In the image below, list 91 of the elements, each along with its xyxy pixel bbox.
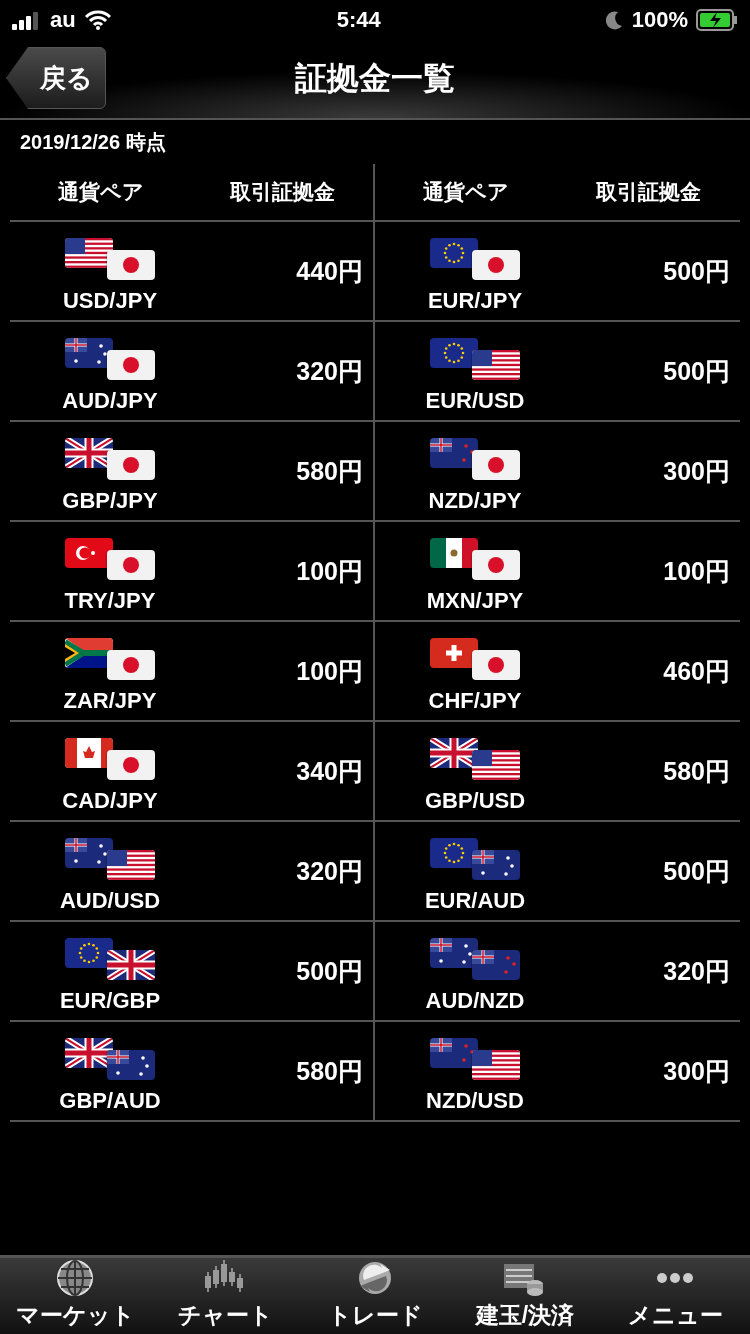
margin-amount: 320円 [295,855,364,887]
currency-pair: AUD/JPY [62,388,158,414]
flag-icon [107,550,155,580]
as-of-date: 2019/12/26 時点 [20,129,166,155]
tab-bar-item[interactable]: マーケット [0,1258,150,1334]
currency-pair: CAD/JPY [62,788,158,814]
flag-icon [472,950,520,980]
flag-icon [65,238,113,268]
flag-icon [472,650,520,680]
column-header: 通貨ペア [56,179,145,205]
margin-amount: 580円 [295,455,364,487]
margin-amount: 340円 [295,755,364,787]
column-header: 通貨ペア [422,179,511,205]
flag-icon [107,1050,155,1080]
tab-bar-item[interactable]: メニュー [600,1258,750,1334]
currency-pair: GBP/JPY [62,488,158,514]
currency-pair: GBP/USD [424,788,526,814]
flag-icon [472,350,520,380]
margin-amount: 500円 [295,955,364,987]
margin-amount: 500円 [662,355,731,387]
currency-pair: TRY/JPY [64,588,156,614]
flag-icon [430,738,478,768]
flag-icon [472,550,520,580]
back-button[interactable]: 戻る [6,47,106,109]
flag-icon [430,938,478,968]
flag-icon [65,738,113,768]
currency-pair: EUR/USD [425,388,525,414]
flag-icon [430,238,478,268]
margin-amount: 580円 [295,1055,364,1087]
flag-icon [430,538,478,568]
currency-pair: GBP/AUD [59,1088,161,1114]
column-header: 取引証拠金 [228,179,336,205]
tab-bar-item[interactable]: トレード [300,1258,450,1334]
flag-icon [472,850,520,880]
flag-icon [65,1038,113,1068]
moon-icon [605,10,624,30]
margin-amount: 100円 [295,555,364,587]
flag-icon [472,450,520,480]
currency-pair: MXN/JPY [426,588,524,614]
more-icon [657,1273,693,1283]
flag-icon [430,338,478,368]
battery-percent: 100% [631,7,688,33]
flag-icon [65,538,113,568]
margin-amount: 320円 [662,955,731,987]
margin-amount: 500円 [662,255,731,287]
carrier-name: au [50,7,76,33]
flag-icon [65,338,113,368]
margin-amount: 580円 [662,755,731,787]
margin-amount: 100円 [662,555,731,587]
flag-icon [65,638,113,668]
margin-amount: 460円 [662,655,731,687]
flag-icon [430,1038,478,1068]
flag-icon [430,638,478,668]
margin-amount: 300円 [662,455,731,487]
flag-icon [65,438,113,468]
tab-bar-item[interactable]: チャート [150,1258,300,1334]
currency-pair: EUR/GBP [59,988,161,1014]
clock-time: 5:44 [336,7,381,33]
flag-icon [430,438,478,468]
currency-pair: ZAR/JPY [63,688,157,714]
currency-pair: AUD/USD [59,888,161,914]
currency-pair: CHF/JPY [428,688,522,714]
flag-icon [472,750,520,780]
flag-icon [65,838,113,868]
tab-bar-item[interactable]: 建玉/決済 [450,1258,600,1334]
flag-icon [107,250,155,280]
margin-amount: 300円 [662,1055,731,1087]
currency-pair: AUD/NZD [425,988,525,1014]
flag-icon [472,250,520,280]
flag-icon [107,950,155,980]
flag-icon [107,350,155,380]
margin-amount: 440円 [295,255,364,287]
flag-icon [107,850,155,880]
currency-pair: EUR/AUD [424,888,526,914]
margin-amount: 100円 [295,655,364,687]
currency-pair: USD/JPY [62,288,158,314]
flag-icon [107,750,155,780]
margin-amount: 320円 [295,355,364,387]
battery-charging-icon [696,9,738,31]
screen-title: 証拠金一覧 [295,59,455,98]
flag-icon [65,938,113,968]
margin-amount: 500円 [662,855,731,887]
wifi-icon [83,10,112,30]
flag-icon [107,650,155,680]
column-header: 取引証拠金 [595,179,703,205]
currency-pair: NZD/JPY [428,488,522,514]
flag-icon [107,450,155,480]
flag-icon [472,1050,520,1080]
currency-pair: NZD/USD [426,1088,524,1114]
currency-pair: EUR/JPY [427,288,523,314]
flag-icon [430,838,478,868]
